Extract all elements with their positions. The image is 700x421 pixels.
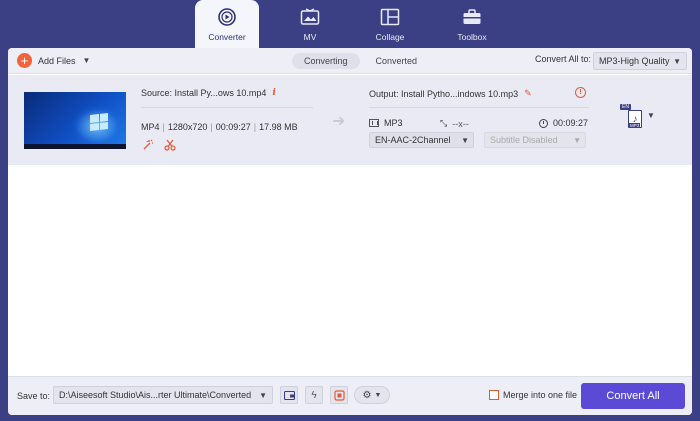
info-icon[interactable]: i (272, 88, 275, 98)
collage-icon (380, 7, 400, 27)
output-format-value: MP3-High Quality (599, 56, 670, 66)
save-path-value: D:\Aiseesoft Studio\Ais...rter Ultimate\… (59, 390, 252, 400)
convert-all-button[interactable]: Convert All (581, 383, 685, 409)
separator: | (162, 122, 165, 132)
source-meta: MP4 | 1280x720 | 00:09:27 | 17.98 MB (141, 122, 298, 132)
chevron-down-icon[interactable]: ▼ (83, 56, 91, 65)
save-to-label: Save to: (17, 391, 51, 401)
convert-all-label: Convert All to: (535, 54, 592, 64)
output-format-label: MP3 (384, 118, 403, 128)
video-thumbnail[interactable] (24, 92, 126, 149)
converter-icon (217, 7, 237, 27)
toolbox-icon (462, 7, 482, 27)
output-resolution: ⤡ --x-- (440, 118, 469, 129)
lightning-off-icon: ϟ (311, 389, 317, 401)
film-icon (369, 119, 379, 127)
output-format-select[interactable]: MP3-High Quality ▼ (593, 52, 687, 70)
enhance-icon[interactable] (142, 139, 154, 153)
separator: | (253, 122, 257, 132)
output-duration: 00:09:27 (539, 118, 588, 128)
merge-checkbox[interactable]: Merge into one file (489, 390, 577, 400)
tab-converter-label: Converter (208, 32, 246, 42)
tab-collage-label: Collage (375, 32, 405, 42)
source-size: 17.98 MB (259, 122, 298, 132)
subtitle-value: Subtitle Disabled (490, 135, 558, 145)
add-files-label: Add Files (38, 55, 76, 66)
output-label: Output: Install Pytho...indows 10.mp3 (369, 88, 519, 99)
source-filename: Source: Install Py...ows 10.mp4 i (141, 88, 276, 98)
converted-label: Converted (375, 56, 418, 66)
divider (141, 107, 313, 108)
folder-icon (283, 390, 295, 400)
thumbnail-taskbar (24, 144, 126, 149)
output-format-picker[interactable]: EN ♪ MP3 ▼ (620, 104, 655, 134)
tab-converted[interactable]: Converted (364, 53, 430, 69)
open-folder-button[interactable] (280, 386, 298, 404)
hardware-icon (333, 389, 345, 401)
main-panel: + Add Files ▼ Converting Converted Conve… (8, 48, 692, 415)
edit-icon[interactable]: ✎ (524, 88, 532, 99)
source-resolution: 1280x720 (167, 122, 208, 132)
save-path-select[interactable]: D:\Aiseesoft Studio\Ais...rter Ultimate\… (53, 386, 273, 404)
output-filename: Output: Install Pytho...indows 10.mp3 ✎ (369, 88, 532, 99)
chevron-down-icon[interactable]: ▼ (647, 111, 655, 120)
output-format: MP3 (369, 118, 403, 128)
chevron-down-icon: ▼ (461, 136, 469, 145)
tab-mv-label: MV (303, 32, 317, 42)
tab-mv[interactable]: MV (278, 0, 342, 48)
clock-icon (539, 118, 548, 128)
converting-label: Converting (304, 56, 348, 66)
speed-off-button[interactable]: ϟ (305, 386, 323, 404)
tab-converter[interactable]: Converter (195, 0, 259, 48)
mv-icon (300, 7, 320, 27)
add-files-button[interactable]: + Add Files ▼ (17, 53, 90, 68)
tab-converting[interactable]: Converting (292, 53, 360, 69)
output-duration-label: 00:09:27 (553, 118, 589, 128)
format-ext: MP3 (629, 123, 641, 128)
status-segment: Converting Converted (292, 53, 429, 69)
settings-menu-button[interactable]: ⚙ ▼ (354, 386, 390, 404)
source-tools (142, 139, 176, 153)
expand-icon: ⤡ (440, 118, 448, 128)
toolbar: + Add Files ▼ Converting Converted Conve… (8, 48, 692, 74)
windows-logo-icon (90, 113, 108, 131)
app-window: Converter MV Collage Toolbox + Add Files… (0, 0, 700, 421)
gear-icon: ⚙ (362, 389, 372, 401)
source-format: MP4 (141, 122, 160, 132)
chevron-down-icon: ▼ (259, 391, 267, 400)
arrow-right-icon: ➜ (332, 113, 346, 130)
chevron-down-icon: ▼ (673, 57, 681, 66)
hardware-accel-button[interactable] (330, 386, 348, 404)
chevron-down-icon: ▼ (573, 136, 581, 145)
divider (369, 107, 589, 108)
checkbox-box[interactable] (489, 390, 499, 400)
audio-track-select[interactable]: EN-AAC-2Channel ▼ (369, 132, 474, 148)
footer-bar: Save to: D:\Aiseesoft Studio\Ais...rter … (8, 376, 692, 415)
separator: | (210, 122, 213, 132)
tab-collage[interactable]: Collage (358, 0, 422, 48)
source-duration: 00:09:27 (215, 122, 251, 132)
cut-icon[interactable] (164, 139, 176, 153)
alert-icon[interactable]: ! (575, 87, 586, 98)
subtitle-select: Subtitle Disabled ▼ (484, 132, 586, 148)
tab-toolbox[interactable]: Toolbox (440, 0, 504, 48)
tab-toolbox-label: Toolbox (457, 32, 487, 42)
output-resolution-label: --x-- (452, 118, 469, 129)
merge-label: Merge into one file (503, 390, 578, 400)
source-label: Source: Install Py...ows 10.mp4 (141, 88, 267, 98)
audio-track-value: EN-AAC-2Channel (375, 135, 451, 145)
file-row[interactable]: Source: Install Py...ows 10.mp4 i MP4 | … (8, 75, 692, 165)
plus-icon: + (17, 53, 32, 68)
chevron-down-icon: ▼ (374, 391, 382, 399)
top-nav: Converter MV Collage Toolbox (0, 0, 700, 48)
